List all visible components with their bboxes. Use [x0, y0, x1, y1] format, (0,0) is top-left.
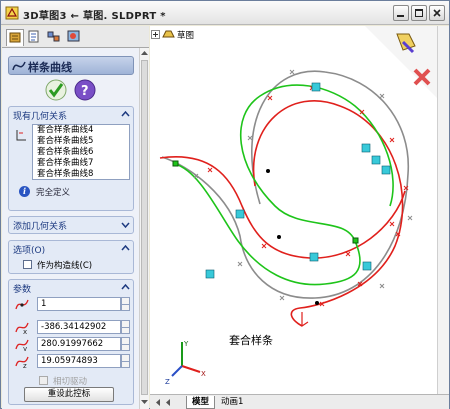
definition-status: 完全定义 [36, 188, 71, 198]
z-coordinate-icon: z [15, 356, 29, 368]
configuration-icon [47, 31, 60, 42]
spline-node[interactable] [277, 235, 281, 239]
param-count-input[interactable]: 1 [37, 297, 121, 311]
params-header: 参数 [13, 285, 32, 295]
title-bar: 3D草图3 ← 草图. SLDPRT * [1, 1, 449, 25]
param-row-x: x -386.34142902 [13, 320, 133, 335]
gray-spline-curve[interactable] [161, 70, 410, 299]
graphics-area[interactable]: 草图 Y X Z 套合样条 模型 动画1 [150, 26, 449, 409]
minimize-button[interactable] [393, 5, 409, 21]
svg-text:Y: Y [183, 340, 189, 348]
collapse-chevron-icon[interactable] [121, 244, 130, 253]
scroll-up-icon[interactable] [140, 49, 149, 58]
construction-label: 作为构造线(C) [37, 261, 93, 271]
gray-point-markers[interactable] [193, 69, 413, 301]
svg-text:Z: Z [165, 378, 170, 386]
options-group: 选项(O) 作为构造线(C) [8, 240, 134, 274]
tangent-driving-label: 相切驱动 [53, 377, 88, 387]
help-button[interactable]: ? [74, 79, 96, 101]
scroll-down-icon[interactable] [140, 397, 149, 406]
solidworks-window: 3D草图3 ← 草图. SLDPRT * 样条曲线 ? 现有几何关系 套合样条曲… [0, 0, 450, 409]
x-coordinate-icon: x [15, 322, 29, 334]
panel-title: 样条曲线 [28, 61, 72, 74]
existing-relations-group: 现有几何关系 套合样条曲线4 套合样条曲线5 套合样条曲线6 套合样条曲线7 套… [8, 106, 134, 211]
canvas-annotation: 套合样条 [229, 334, 273, 347]
tab-display-manager[interactable] [66, 29, 84, 46]
param-row-count: 1 [13, 297, 133, 312]
param-x-spinner[interactable] [121, 320, 130, 334]
close-icon [433, 9, 441, 17]
reset-handle-button[interactable]: 重设此控标 [24, 387, 114, 402]
spline-node[interactable] [266, 169, 270, 173]
canvas-vertical-scrollbar[interactable] [437, 26, 449, 409]
param-y-input[interactable]: 280.91997662 [37, 337, 121, 351]
param-y-spinner[interactable] [121, 337, 130, 351]
add-relations-header: 添加几何关系 [13, 222, 68, 232]
manager-tabs [2, 26, 149, 48]
tab-model[interactable]: 模型 [186, 396, 216, 409]
spline-node[interactable] [315, 301, 319, 305]
svg-text:y: y [23, 345, 27, 351]
confirmation-corner[interactable] [365, 26, 437, 98]
display-icon [67, 30, 80, 42]
ok-button[interactable] [45, 79, 67, 101]
svg-text:?: ? [81, 84, 89, 99]
drag-handle-arrow[interactable] [295, 312, 309, 327]
view-triad: Y X Z [165, 340, 206, 386]
relations-list[interactable]: 套合样条曲线4 套合样条曲线5 套合样条曲线6 套合样条曲线7 套合样条曲线8 [32, 124, 130, 180]
tab-property-manager[interactable] [26, 29, 44, 46]
feature-tree-icon [9, 32, 21, 43]
construction-checkbox[interactable] [23, 260, 32, 269]
param-count-spinner[interactable] [121, 297, 130, 311]
svg-text:X: X [201, 370, 206, 378]
add-relations-group[interactable]: 添加几何关系 [8, 216, 134, 234]
y-coordinate-icon: y [15, 339, 29, 351]
svg-text:x: x [23, 328, 27, 334]
info-icon: i [19, 186, 30, 197]
maximize-button[interactable] [411, 5, 427, 21]
green-endpoint[interactable] [172, 160, 179, 167]
spline-icon [12, 61, 26, 71]
relation-item[interactable]: 套合样条曲线8 [33, 169, 129, 180]
param-z-input[interactable]: 19.05974893 [37, 354, 121, 368]
collapse-chevron-icon[interactable] [121, 110, 130, 119]
window-title: 3D草图3 ← 草图. SLDPRT * [23, 11, 166, 22]
tangent-driving-checkbox[interactable] [39, 376, 48, 385]
property-manager: 样条曲线 ? 现有几何关系 套合样条曲线4 套合样条曲线5 套合样条曲线6 套合… [2, 26, 149, 409]
tab-feature-manager[interactable] [6, 29, 24, 46]
panel-scrollbar[interactable] [139, 48, 149, 409]
relation-icon [16, 130, 26, 141]
relation-item[interactable]: 套合样条曲线7 [33, 158, 129, 169]
collapse-chevron-icon[interactable] [121, 283, 130, 292]
param-row-z: z 19.05974893 [13, 354, 133, 369]
point-number-icon [15, 299, 29, 310]
green-endpoint[interactable] [352, 237, 359, 244]
relation-item[interactable]: 套合样条曲线4 [33, 125, 129, 136]
sketch-icon [5, 6, 19, 20]
maximize-icon [415, 9, 423, 17]
param-row-y: y 280.91997662 [13, 337, 133, 352]
scroll-thumb[interactable] [141, 60, 148, 395]
relations-header: 现有几何关系 [13, 112, 68, 122]
tab-configuration-manager[interactable] [46, 29, 64, 46]
expand-chevron-icon[interactable] [121, 220, 130, 229]
tab-animation[interactable]: 动画1 [216, 396, 248, 409]
close-button[interactable] [429, 5, 445, 21]
options-header: 选项(O) [13, 246, 46, 256]
svg-text:z: z [23, 362, 27, 368]
param-x-input[interactable]: -386.34142902 [37, 320, 121, 334]
tab-scroll-arrows-icon[interactable] [154, 397, 182, 408]
property-icon [28, 30, 39, 43]
spline-header: 样条曲线 [8, 56, 134, 75]
minimize-icon [397, 15, 404, 17]
red-spline-curve[interactable] [252, 100, 404, 327]
relation-item[interactable]: 套合样条曲线5 [33, 136, 129, 147]
view-tabs-bar: 模型 动画1 [150, 394, 449, 409]
param-z-spinner[interactable] [121, 354, 130, 368]
relation-item[interactable]: 套合样条曲线6 [33, 147, 129, 158]
red-spline-curve[interactable] [159, 156, 406, 259]
